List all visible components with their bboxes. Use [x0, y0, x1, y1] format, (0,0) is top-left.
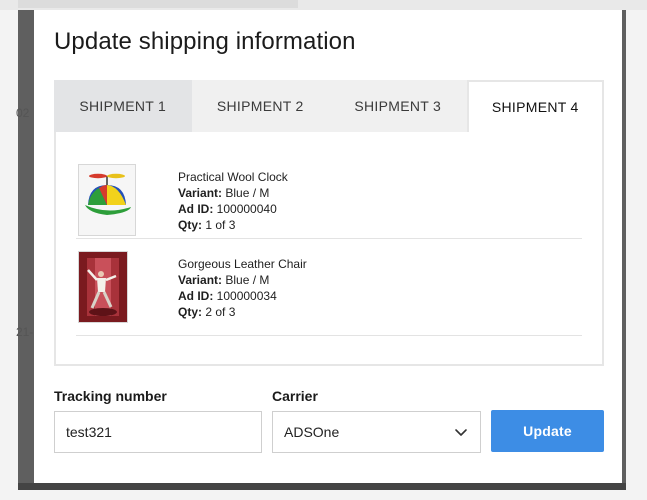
propeller-cap-image	[78, 164, 136, 236]
tab-shipment-1[interactable]: SHIPMENT 1	[54, 80, 192, 132]
carrier-selected-value: ADSOne	[284, 424, 340, 440]
tracking-number-input[interactable]	[54, 411, 262, 453]
background-top-strip	[0, 0, 647, 10]
item-ad-id: Ad ID: 100000040	[178, 202, 277, 216]
tab-shipment-3[interactable]: SHIPMENT 3	[329, 80, 467, 132]
shipments-panel: SHIPMENT 1 SHIPMENT 2 SHIPMENT 3 SHIPMEN…	[54, 80, 604, 366]
background-text: 02	[16, 106, 30, 120]
carrier-select[interactable]: ADSOne	[272, 411, 481, 453]
overlay-right-edge	[622, 10, 626, 488]
item-name: Practical Wool Clock	[178, 170, 288, 184]
tab-shipment-2[interactable]: SHIPMENT 2	[191, 80, 329, 132]
item-variant: Variant: Blue / M	[178, 186, 270, 200]
tracking-number-label: Tracking number	[54, 388, 167, 404]
chevron-down-icon	[455, 429, 467, 436]
shipment-items-list: Practical Wool Clock Variant: Blue / M A…	[76, 154, 582, 336]
list-item: Gorgeous Leather Chair Variant: Blue / M…	[76, 239, 582, 336]
shipment-tabs: SHIPMENT 1 SHIPMENT 2 SHIPMENT 3 SHIPMEN…	[54, 80, 604, 132]
item-qty: Qty: 1 of 3	[178, 218, 236, 232]
background-text: 21-	[16, 325, 34, 339]
propeller-cap-illustration	[79, 165, 135, 235]
background-segment	[18, 0, 298, 8]
item-ad-id: Ad ID: 100000034	[178, 289, 277, 303]
item-qty: Qty: 2 of 3	[178, 305, 236, 319]
item-details: Gorgeous Leather Chair Variant: Blue / M…	[178, 256, 307, 320]
update-shipping-modal: Update shipping information SHIPMENT 1 S…	[34, 10, 622, 483]
dancer-image	[78, 251, 128, 323]
carrier-label: Carrier	[272, 388, 318, 404]
dancer-illustration	[79, 252, 127, 322]
overlay-left-edge	[18, 10, 34, 488]
modal-title: Update shipping information	[54, 28, 356, 55]
item-name: Gorgeous Leather Chair	[178, 257, 307, 271]
list-item: Practical Wool Clock Variant: Blue / M A…	[76, 154, 582, 239]
tab-shipment-4[interactable]: SHIPMENT 4	[466, 80, 604, 132]
item-details: Practical Wool Clock Variant: Blue / M A…	[178, 169, 288, 233]
item-variant: Variant: Blue / M	[178, 273, 270, 287]
update-button[interactable]: Update	[491, 410, 604, 452]
overlay-bottom-edge	[18, 483, 626, 490]
